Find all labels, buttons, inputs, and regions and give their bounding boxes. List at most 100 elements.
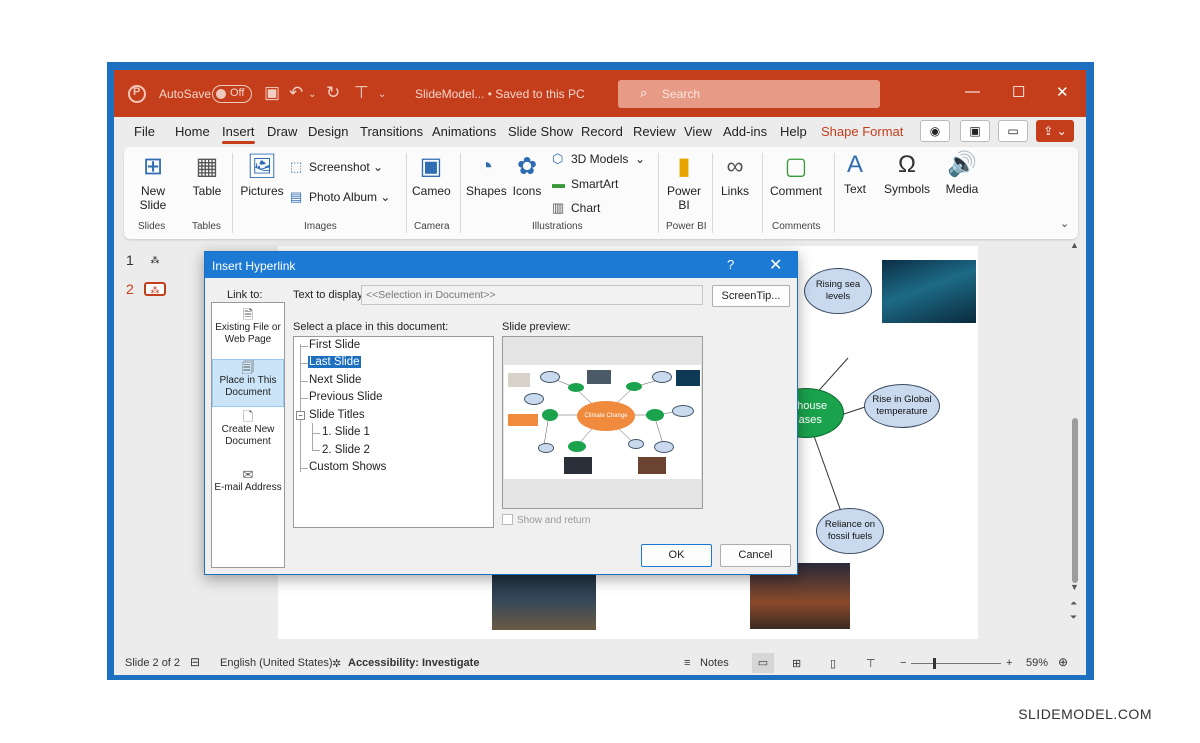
- cancel-button[interactable]: Cancel: [720, 544, 791, 567]
- link-existing-file[interactable]: 🗎 Existing File or Web Page: [212, 308, 284, 355]
- tab-view[interactable]: View: [684, 124, 712, 139]
- reading-view-icon[interactable]: ▯: [830, 657, 836, 670]
- ribbon-collapse-icon[interactable]: ⌄: [1060, 217, 1069, 230]
- tree-custom-shows[interactable]: Custom Shows: [309, 461, 386, 473]
- notes-button[interactable]: Notes: [700, 657, 729, 669]
- previous-slide-icon[interactable]: ⏶: [1070, 598, 1077, 609]
- tab-shape-format[interactable]: Shape Format: [821, 124, 903, 139]
- tab-slide-show[interactable]: Slide Show: [508, 124, 573, 139]
- normal-view-icon[interactable]: ▭: [752, 653, 774, 673]
- tab-animations[interactable]: Animations: [432, 124, 496, 139]
- next-slide-icon[interactable]: ⏷: [1070, 612, 1077, 623]
- tree-slide-titles[interactable]: Slide Titles: [309, 409, 365, 421]
- bubble-global-temperature[interactable]: Rise in Global temperature: [864, 384, 940, 428]
- tab-insert[interactable]: Insert: [222, 124, 255, 144]
- close-window-icon[interactable]: ✕: [1056, 83, 1069, 101]
- minimize-icon[interactable]: —: [965, 83, 980, 100]
- tab-draw[interactable]: Draw: [267, 124, 297, 139]
- link-create-new-document[interactable]: 🗋 Create New Document: [212, 410, 284, 457]
- tab-help[interactable]: Help: [780, 124, 807, 139]
- tree-slide-1[interactable]: 1. Slide 1: [322, 426, 370, 438]
- tab-add-ins[interactable]: Add-ins: [723, 124, 767, 139]
- tab-file[interactable]: File: [134, 124, 155, 139]
- link-email-address[interactable]: ✉ E-mail Address: [212, 468, 284, 509]
- present-icon[interactable]: ⊤: [354, 83, 369, 103]
- tab-design[interactable]: Design: [308, 124, 348, 139]
- checkbox-box[interactable]: [502, 514, 513, 525]
- customize-qat-icon[interactable]: ⌄: [378, 89, 386, 100]
- media-button[interactable]: 🔊 Media: [944, 151, 980, 196]
- slide-sorter-icon[interactable]: ⊞: [792, 657, 801, 670]
- redo-icon[interactable]: ↻: [326, 83, 340, 103]
- tree-last-slide[interactable]: Last Slide: [308, 356, 361, 368]
- symbols-button[interactable]: Ω Symbols: [884, 151, 930, 196]
- fit-to-window-icon[interactable]: ⊕: [1058, 655, 1068, 669]
- notes-icon[interactable]: ≡: [684, 657, 690, 669]
- cameo-label: Cameo: [412, 184, 451, 198]
- scrollbar-thumb[interactable]: [1072, 418, 1078, 583]
- spelling-icon[interactable]: ⊟: [190, 655, 200, 669]
- icons-button[interactable]: ✿ Icons: [510, 153, 544, 198]
- present-teams-button[interactable]: ▣: [960, 120, 990, 142]
- autosave-toggle[interactable]: Off: [212, 85, 252, 103]
- zoom-in-icon[interactable]: +: [1006, 657, 1012, 669]
- ok-button[interactable]: OK: [641, 544, 712, 567]
- bubble-rising-sea[interactable]: Rising sea levels: [804, 268, 872, 314]
- slide-thumbnail-1[interactable]: ⁂: [144, 254, 166, 268]
- zoom-slider-knob[interactable]: [933, 658, 936, 669]
- undo-dropdown-icon[interactable]: ⌄: [308, 89, 316, 100]
- shapes-button[interactable]: ◔ Shapes: [466, 153, 507, 198]
- slide-thumbnail-2[interactable]: ⁂: [144, 282, 166, 296]
- scroll-down-icon[interactable]: ▼: [1070, 582, 1079, 592]
- tree-slide-2[interactable]: 2. Slide 2: [322, 444, 370, 456]
- close-icon[interactable]: ✕: [769, 255, 782, 275]
- pictures-button[interactable]: 🖼 Pictures: [240, 153, 284, 198]
- chart-button[interactable]: ▥ Chart: [552, 200, 600, 216]
- cameo-button[interactable]: ▣ Cameo: [412, 153, 451, 198]
- search-box[interactable]: ⌕ Search: [618, 80, 880, 108]
- zoom-slider-track[interactable]: [911, 663, 1001, 664]
- tree-next-slide[interactable]: Next Slide: [309, 374, 361, 386]
- tab-transitions[interactable]: Transitions: [360, 124, 423, 139]
- tab-home[interactable]: Home: [175, 124, 210, 139]
- tree-previous-slide[interactable]: Previous Slide: [309, 391, 383, 403]
- 3d-models-button[interactable]: ⬡ 3D Models ⌄: [552, 151, 645, 167]
- tree-first-slide[interactable]: First Slide: [309, 339, 360, 351]
- help-icon[interactable]: ?: [727, 257, 734, 272]
- document-title[interactable]: SlideModel... • Saved to this PC: [415, 87, 585, 101]
- insert-hyperlink-dialog: Insert Hyperlink ? ✕ Link to: 🗎 Existing…: [204, 251, 798, 575]
- link-place-in-document[interactable]: 🗐 Place in This Document: [212, 359, 284, 407]
- undo-icon[interactable]: ↶: [289, 83, 303, 103]
- ocean-photo[interactable]: [882, 260, 976, 323]
- comments-button[interactable]: ▭: [998, 120, 1028, 142]
- zoom-out-icon[interactable]: −: [900, 657, 906, 669]
- slideshow-view-icon[interactable]: ⊤: [866, 657, 876, 670]
- bubble-fossil-fuels[interactable]: Reliance on fossil fuels: [816, 508, 884, 554]
- books-photo[interactable]: [492, 570, 596, 630]
- tab-review[interactable]: Review: [633, 124, 676, 139]
- text-to-display-field[interactable]: <<Selection in Document>>: [361, 285, 703, 305]
- accessibility-status[interactable]: Accessibility: Investigate: [348, 657, 479, 669]
- zoom-level[interactable]: 59%: [1026, 657, 1048, 669]
- separator: [406, 153, 407, 233]
- smartart-button[interactable]: ▬ SmartArt: [552, 176, 618, 191]
- language[interactable]: English (United States): [220, 657, 333, 669]
- comment-button[interactable]: ▢ Comment: [768, 153, 824, 198]
- collapse-icon[interactable]: −: [296, 411, 305, 420]
- share-button[interactable]: ⇪ ⌄: [1036, 120, 1074, 142]
- accessibility-icon[interactable]: ✲: [332, 657, 341, 670]
- tab-record[interactable]: Record: [581, 124, 623, 139]
- show-and-return-checkbox[interactable]: Show and return: [502, 514, 590, 526]
- photo-album-button[interactable]: ▤ Photo Album ⌄: [290, 189, 390, 205]
- scroll-up-icon[interactable]: ▲: [1070, 240, 1079, 250]
- record-button[interactable]: ◉: [920, 120, 950, 142]
- new-slide-button[interactable]: ⊞ New Slide: [136, 153, 170, 212]
- maximize-icon[interactable]: ☐: [1012, 83, 1025, 101]
- text-button[interactable]: A Text: [840, 151, 870, 196]
- save-icon[interactable]: ▣: [264, 83, 280, 103]
- screenshot-button[interactable]: ⬚ Screenshot ⌄: [290, 159, 383, 175]
- power-bi-button[interactable]: ▮ Power BI: [664, 153, 704, 212]
- links-button[interactable]: ∞ Links: [718, 153, 752, 198]
- table-button[interactable]: ▦ Table: [190, 153, 224, 198]
- screentip-button[interactable]: ScreenTip...: [712, 285, 790, 307]
